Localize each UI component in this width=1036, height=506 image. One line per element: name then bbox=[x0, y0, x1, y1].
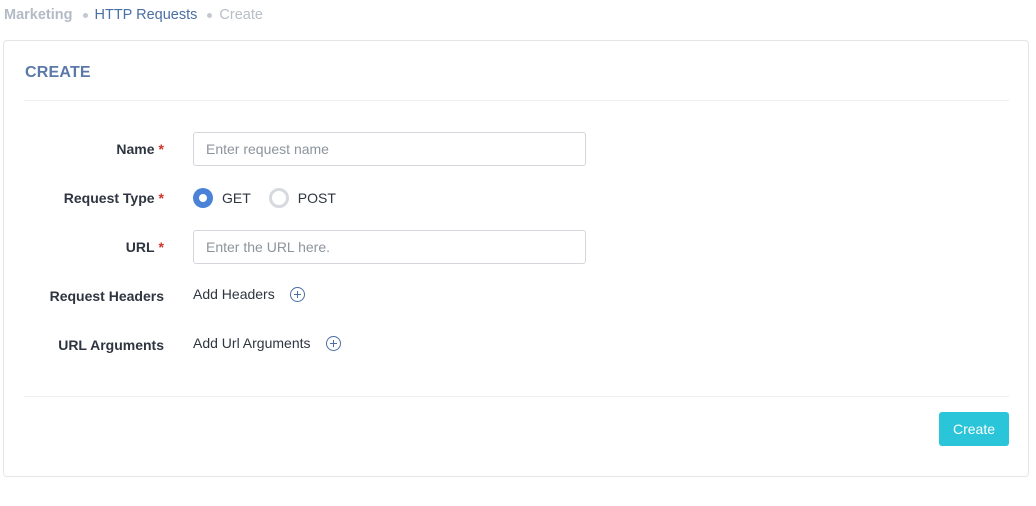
request-headers-control: Add Headers bbox=[193, 286, 305, 302]
name-input[interactable] bbox=[193, 132, 586, 166]
request-type-row: Request Type * GET POST bbox=[4, 181, 1028, 215]
name-label: Name * bbox=[4, 141, 164, 157]
breadcrumb-root[interactable]: Marketing bbox=[4, 7, 73, 23]
breadcrumb-separator-dot bbox=[82, 12, 88, 18]
radio-get[interactable]: GET bbox=[193, 188, 251, 208]
url-label-text: URL bbox=[125, 239, 155, 255]
radio-post-label: POST bbox=[297, 190, 336, 206]
radio-checked-icon[interactable] bbox=[193, 188, 213, 208]
breadcrumb: Marketing HTTP Requests Create bbox=[4, 6, 263, 24]
url-control bbox=[193, 230, 586, 264]
request-type-control: GET POST bbox=[193, 188, 354, 208]
url-input[interactable] bbox=[193, 230, 586, 264]
url-row: URL * bbox=[4, 230, 1028, 264]
url-arguments-label-text: URL Arguments bbox=[58, 337, 164, 353]
request-type-label: Request Type * bbox=[4, 190, 164, 206]
radio-post[interactable]: POST bbox=[268, 188, 336, 208]
breadcrumb-current: Create bbox=[219, 7, 263, 23]
card-header-divider bbox=[24, 100, 1009, 101]
request-type-label-text: Request Type bbox=[63, 190, 155, 206]
url-label: URL * bbox=[4, 239, 164, 255]
radio-unchecked-icon[interactable] bbox=[268, 188, 289, 208]
card-title: CREATE bbox=[25, 64, 91, 81]
add-circle-icon[interactable] bbox=[289, 286, 305, 302]
add-headers-label[interactable]: Add Headers bbox=[193, 286, 275, 302]
name-row: Name * bbox=[4, 132, 1028, 166]
url-arguments-control: Add Url Arguments bbox=[193, 335, 341, 351]
required-asterisk: * bbox=[158, 190, 164, 206]
add-url-arguments-label[interactable]: Add Url Arguments bbox=[193, 335, 311, 351]
request-headers-label: Request Headers bbox=[4, 288, 164, 304]
create-card: CREATE Name* Request Type* GET POST URL* bbox=[3, 40, 1029, 477]
name-control bbox=[193, 132, 586, 166]
required-asterisk: * bbox=[158, 141, 164, 157]
name-label-text: Name bbox=[116, 141, 155, 157]
breadcrumb-separator-dot bbox=[207, 12, 213, 18]
url-arguments-row: URL Arguments Add Url Arguments bbox=[4, 328, 1028, 362]
radio-get-label: GET bbox=[222, 190, 251, 206]
breadcrumb-http-requests-link[interactable]: HTTP Requests bbox=[95, 7, 198, 23]
url-arguments-label: URL Arguments bbox=[4, 337, 164, 353]
request-headers-label-text: Request Headers bbox=[49, 288, 164, 304]
card-footer-divider bbox=[24, 396, 1009, 397]
required-asterisk: * bbox=[158, 239, 164, 255]
create-button[interactable]: Create bbox=[939, 412, 1009, 446]
add-circle-icon[interactable] bbox=[325, 335, 341, 351]
request-headers-row: Request Headers Add Headers bbox=[4, 279, 1028, 313]
